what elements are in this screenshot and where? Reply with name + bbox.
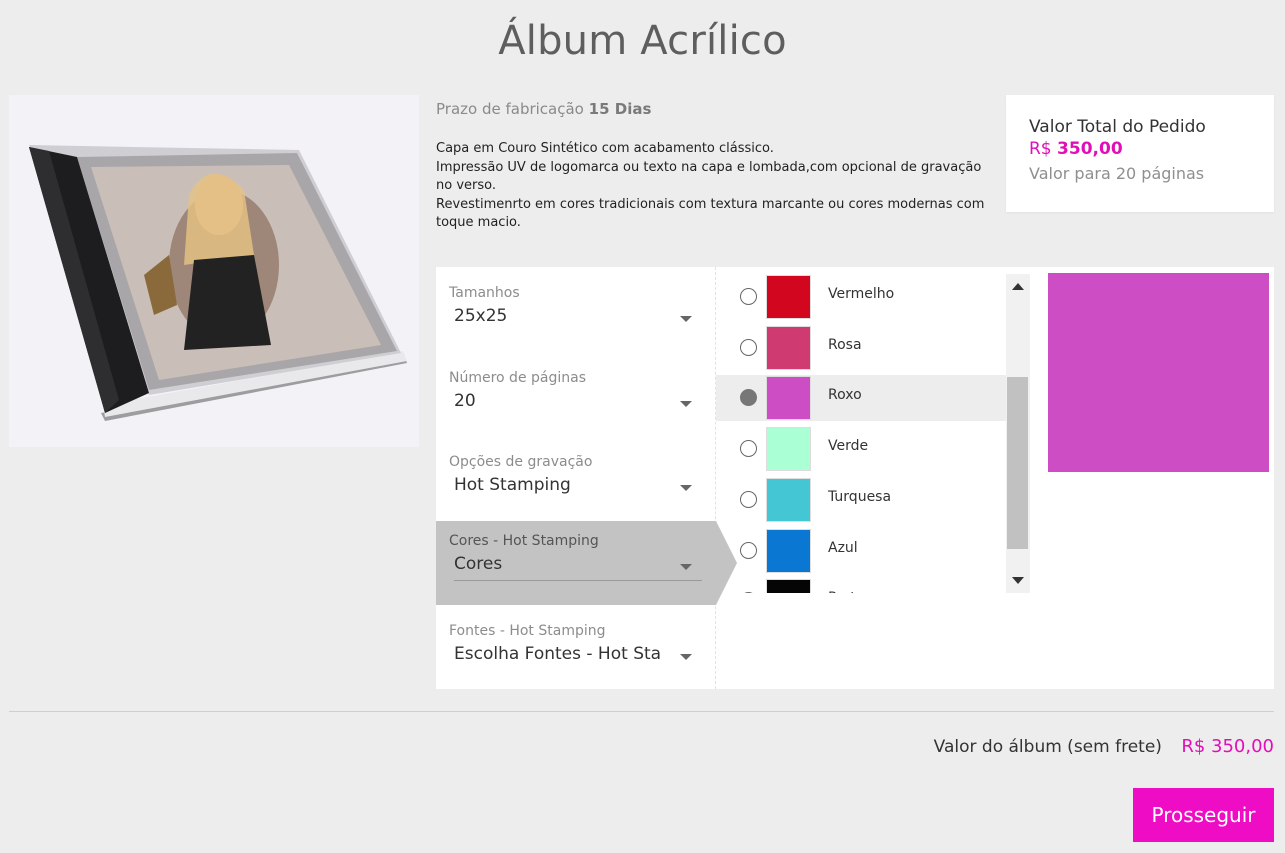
option-label: Fontes - Hot Stamping [449,623,606,639]
option-label: Tamanhos [449,285,520,301]
colors-select[interactable]: Cores [454,554,702,581]
color-radio[interactable] [740,389,757,406]
chevron-down-icon [680,485,692,491]
album-value: Valor do álbum (sem frete) R$ 350,00 [934,736,1274,757]
album-value-price: R$ 350,00 [1181,736,1274,757]
description-line: Impressão UV de logomarca ou texto na ca… [436,159,982,194]
option-value: 20 [454,391,476,411]
color-name: Azul [828,540,858,556]
chevron-down-icon [680,316,692,322]
scroll-down-icon[interactable] [1012,577,1024,584]
color-radio[interactable] [740,491,757,508]
color-option[interactable]: Rosa [716,325,1006,371]
color-radio[interactable] [740,440,757,457]
option-label: Número de páginas [449,370,586,386]
production-time-value: 15 Dias [588,100,652,118]
color-option[interactable]: Verde [716,426,1006,472]
option-value: Hot Stamping [454,475,571,495]
configurator-panel: Tamanhos 25x25 Número de páginas 20 Opçõ… [436,267,1274,689]
description-line: Capa em Couro Sintético com acabamento c… [436,141,774,156]
production-time: Prazo de fabricação 15 Dias [436,100,996,118]
option-value: 25x25 [454,306,508,326]
order-total-subtitle: Valor para 20 páginas [1029,164,1205,183]
color-name: Verde [828,438,869,454]
color-list: Vermelho Rosa Roxo Verde Turquesa Azul Preto [716,274,1006,593]
color-swatch[interactable] [766,579,811,593]
option-fontes-hot-stamping[interactable]: Fontes - Hot Stamping Escolha Fontes - H… [436,611,716,695]
color-option[interactable]: Preto [716,578,1006,593]
album-value-label: Valor do álbum (sem frete) [933,737,1162,757]
color-radio[interactable] [740,339,757,356]
scroll-thumb[interactable] [1007,377,1028,549]
color-radio[interactable] [740,592,757,593]
color-name: Roxo [828,387,862,403]
order-total-currency: R$ [1029,139,1052,159]
option-numero-paginas[interactable]: Número de páginas 20 [436,358,716,442]
chevron-down-icon [680,401,692,407]
option-tamanhos[interactable]: Tamanhos 25x25 [436,273,716,357]
product-info: Prazo de fabricação 15 Dias Capa em Cour… [436,100,996,233]
color-option[interactable]: Azul [716,528,1006,574]
color-swatch[interactable] [766,478,811,522]
color-name: Turquesa [828,489,892,505]
option-label: Opções de gravação [449,454,593,470]
color-name: Preto [828,590,864,593]
color-swatch[interactable] [766,275,811,319]
color-option[interactable]: Vermelho [716,274,1006,320]
color-option[interactable]: Roxo [716,375,1006,421]
option-value: Cores [454,554,503,574]
size-select[interactable]: 25x25 [454,306,702,330]
color-swatch[interactable] [766,326,811,370]
pages-select[interactable]: 20 [454,391,702,415]
continue-button[interactable]: Prosseguir [1133,788,1274,842]
chevron-down-icon [680,654,692,660]
color-radio[interactable] [740,542,757,559]
product-image [9,95,419,447]
scroll-up-icon[interactable] [1012,283,1024,290]
color-swatch[interactable] [766,529,811,573]
order-total-amount: 350,00 [1057,139,1123,159]
page-title: Álbum Acrílico [498,18,787,64]
production-time-label: Prazo de fabricação [436,100,584,118]
option-value: Escolha Fontes - Hot Stamping [454,644,660,664]
color-swatch[interactable] [766,427,811,471]
options-column: Tamanhos 25x25 Número de páginas 20 Opçõ… [436,267,716,689]
product-description: Capa em Couro Sintético com acabamento c… [436,140,996,233]
color-option[interactable]: Turquesa [716,477,1006,523]
color-swatch[interactable] [766,376,811,420]
color-name: Rosa [828,337,862,353]
description-line: Revestimenrto em cores tradicionais com … [436,196,985,231]
color-radio[interactable] [740,288,757,305]
color-list-scrollbar[interactable] [1006,274,1030,593]
color-name: Vermelho [828,286,895,302]
option-gravacao[interactable]: Opções de gravação Hot Stamping [436,442,716,526]
color-preview [1048,273,1269,472]
fonts-select[interactable]: Escolha Fontes - Hot Stamping [454,644,702,668]
engraving-select[interactable]: Hot Stamping [454,475,702,499]
option-cores-hot-stamping[interactable]: Cores - Hot Stamping Cores [436,521,716,605]
order-total-price: R$ 350,00 [1029,139,1251,159]
option-label: Cores - Hot Stamping [449,533,599,549]
chevron-down-icon [680,564,692,570]
order-total-card: Valor Total do Pedido R$ 350,00 Valor pa… [1006,95,1274,212]
order-total-label: Valor Total do Pedido [1029,117,1206,137]
divider [9,711,1274,712]
